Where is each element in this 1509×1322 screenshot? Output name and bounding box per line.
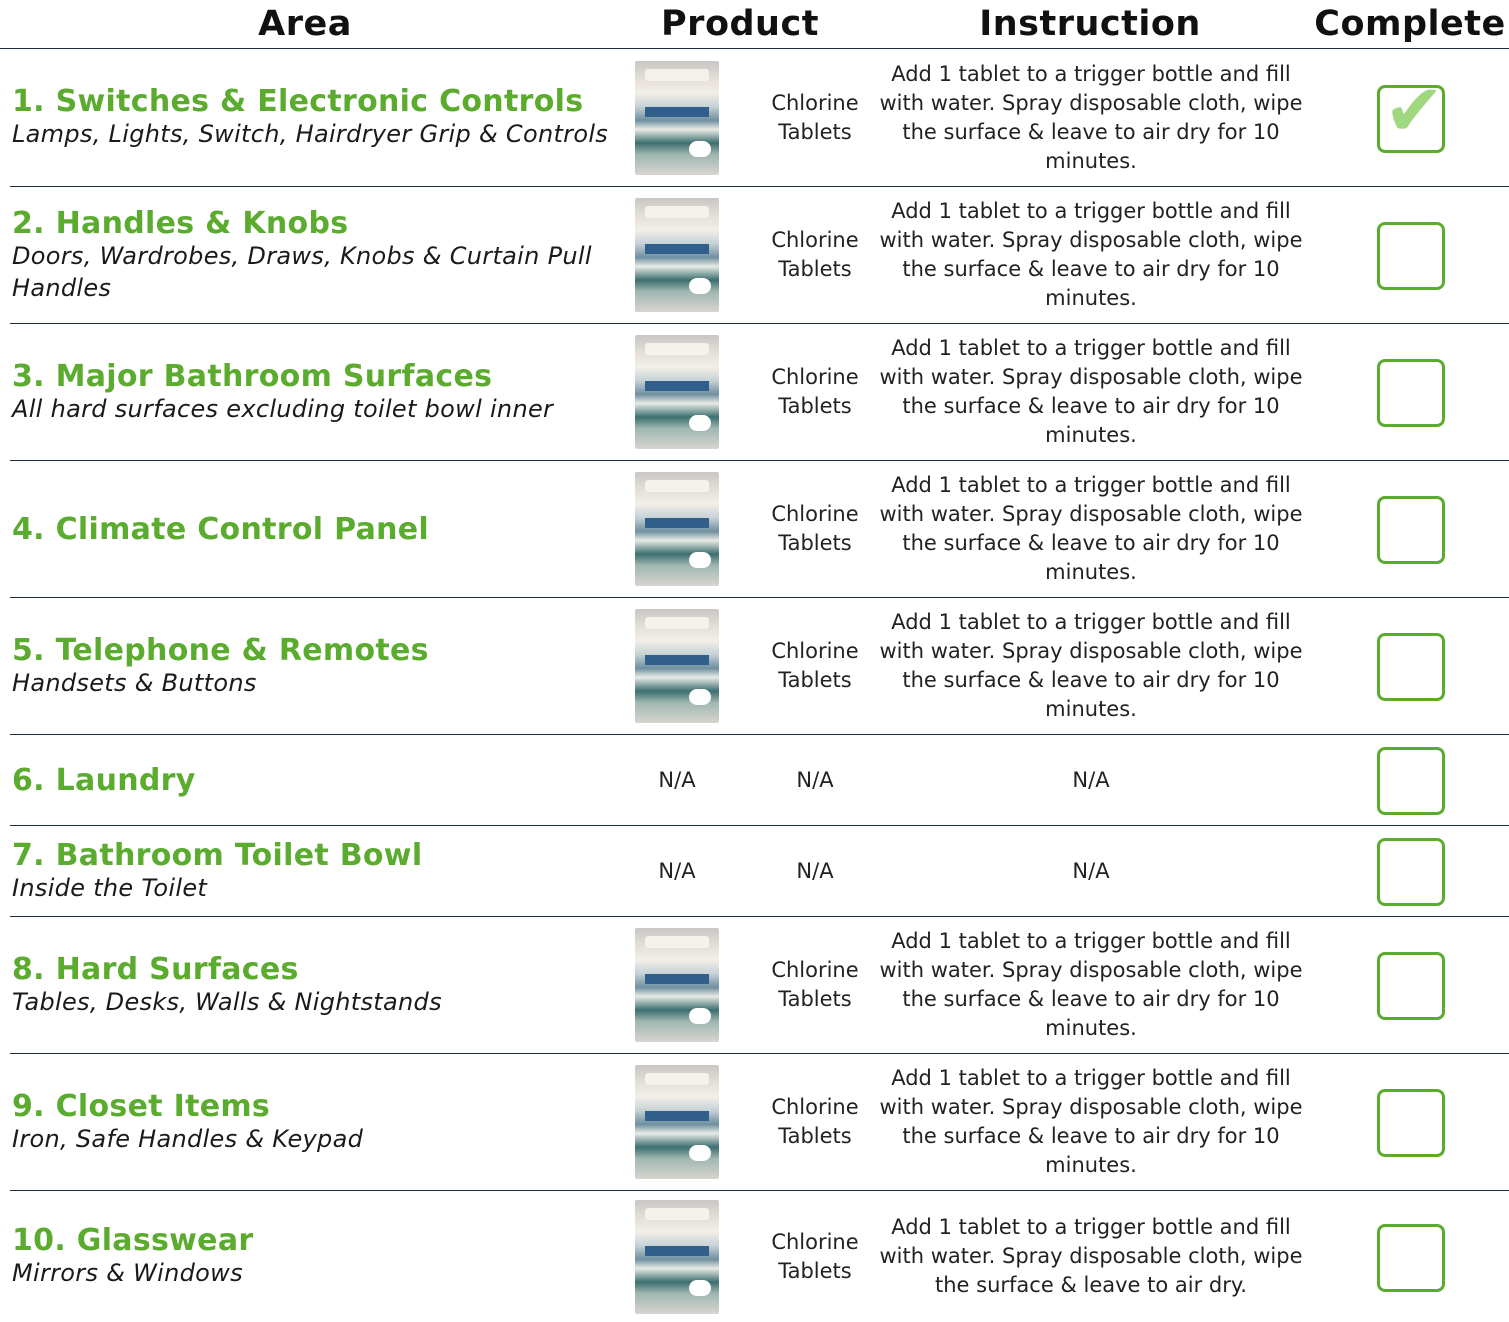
complete-checkbox[interactable] [1377,747,1445,815]
area-title: 8. Hard Surfaces [12,951,299,987]
area-subtitle: All hard surfaces excluding toilet bowl … [12,394,554,423]
instruction-text: Add 1 tablet to a trigger bottle and fil… [879,1066,1303,1177]
instruction-text: Add 1 tablet to a trigger bottle and fil… [879,336,1303,447]
table-row: 3. Major Bathroom Surfaces All hard surf… [10,324,1509,461]
table-row: 4. Climate Control Panel Chlorine Tablet… [10,461,1509,598]
product-name: Chlorine Tablets [771,365,859,418]
product-image-na: N/A [658,859,696,883]
product-name: Chlorine Tablets [771,90,859,144]
product-name: Chlorine Tablets [771,1095,859,1148]
area-subtitle: Lamps, Lights, Switch, Hairdryer Grip & … [12,120,609,148]
product-name: Chlorine Tablets [771,958,859,1011]
area-subtitle: Doors, Wardrobes, Draws, Knobs & Curtain… [12,241,592,302]
area-subtitle: Inside the Toilet [12,873,208,902]
instruction-text: Add 1 tablet to a trigger bottle and fil… [879,473,1303,584]
area-cell: 8. Hard Surfaces Tables, Desks, Walls & … [12,917,612,1053]
table-row: 7. Bathroom Toilet Bowl Inside the Toile… [10,826,1509,917]
instruction-text: Add 1 tablet to a trigger bottle and fil… [879,610,1303,721]
area-title: 4. Climate Control Panel [12,511,430,547]
table-row: 1. Switches & Electronic Controls Lamps,… [10,49,1509,187]
complete-checkbox[interactable] [1377,496,1445,564]
area-subtitle: Iron, Safe Handles & Keypad [12,1124,364,1153]
area-cell: 1. Switches & Electronic Controls Lamps,… [12,49,612,186]
complete-checkbox[interactable] [1377,359,1445,427]
complete-checkbox[interactable]: ✔ [1377,74,1445,153]
instruction-text: Add 1 tablet to a trigger bottle and fil… [879,199,1303,310]
table-row: 10. Glasswear Mirrors & Windows Chlorine… [10,1191,1509,1322]
area-cell: 6. Laundry [12,735,612,825]
instruction-text: N/A [1072,767,1110,792]
area-cell: 10. Glasswear Mirrors & Windows [12,1191,612,1322]
area-title: 6. Laundry [12,762,196,798]
table-row: 8. Hard Surfaces Tables, Desks, Walls & … [10,917,1509,1054]
area-cell: 3. Major Bathroom Surfaces All hard surf… [12,324,612,460]
table-row: 2. Handles & Knobs Doors, Wardrobes, Dra… [10,187,1509,324]
product-image [635,609,719,723]
area-title: 5. Telephone & Remotes [12,632,429,668]
product-image [635,472,719,586]
area-cell: 5. Telephone & Remotes Handsets & Button… [12,598,612,734]
cleaning-checklist-table: Area Product Instruction Complete 1. Swi… [0,0,1509,1314]
area-subtitle: Tables, Desks, Walls & Nightstands [12,987,442,1016]
product-image [635,335,719,449]
area-subtitle: Handsets & Buttons [12,668,257,697]
instruction-text: N/A [1072,858,1110,883]
table-row: 5. Telephone & Remotes Handsets & Button… [10,598,1509,735]
table-header: Area Product Instruction Complete [0,0,1509,49]
product-image [635,1065,719,1179]
complete-checkbox[interactable] [1377,633,1445,701]
header-product: Product [661,4,819,44]
product-name: N/A [796,858,834,883]
product-image-na: N/A [658,768,696,792]
area-title: 7. Bathroom Toilet Bowl [12,837,423,873]
product-name: Chlorine Tablets [771,639,859,692]
product-name: N/A [796,767,834,792]
product-name: Chlorine Tablets [771,502,859,555]
complete-checkbox[interactable] [1377,1089,1445,1157]
product-image [635,198,719,312]
area-title: 9. Closet Items [12,1088,271,1124]
product-image [635,928,719,1042]
complete-checkbox[interactable] [1377,838,1445,906]
area-cell: 4. Climate Control Panel [12,461,612,597]
complete-checkbox[interactable] [1377,952,1445,1020]
product-image [635,1199,719,1314]
complete-checkbox[interactable] [1377,1223,1445,1292]
header-area: Area [258,4,352,44]
instruction-text: Add 1 tablet to a trigger bottle and fil… [879,1215,1303,1297]
header-instruction: Instruction [979,4,1201,44]
table-row: 6. Laundry N/A N/A N/A [10,735,1509,826]
instruction-text: Add 1 tablet to a trigger bottle and fil… [879,929,1303,1040]
product-name: Chlorine Tablets [771,228,859,281]
product-image [635,60,719,175]
instruction-text: Add 1 tablet to a trigger bottle and fil… [879,61,1303,173]
area-subtitle: Mirrors & Windows [12,1259,243,1287]
area-cell: 9. Closet Items Iron, Safe Handles & Key… [12,1054,612,1190]
area-cell: 2. Handles & Knobs Doors, Wardrobes, Dra… [12,187,612,323]
area-title: 1. Switches & Electronic Controls [12,84,584,119]
area-cell: 7. Bathroom Toilet Bowl Inside the Toile… [12,826,612,916]
area-title: 2. Handles & Knobs [12,205,349,241]
complete-checkbox[interactable] [1377,222,1445,290]
area-title: 3. Major Bathroom Surfaces [12,358,493,394]
product-name: Chlorine Tablets [771,1229,859,1283]
checkmark-icon: ✔ [1384,67,1445,152]
area-title: 10. Glasswear [12,1223,254,1258]
header-complete: Complete [1314,4,1506,44]
table-row: 9. Closet Items Iron, Safe Handles & Key… [10,1054,1509,1191]
